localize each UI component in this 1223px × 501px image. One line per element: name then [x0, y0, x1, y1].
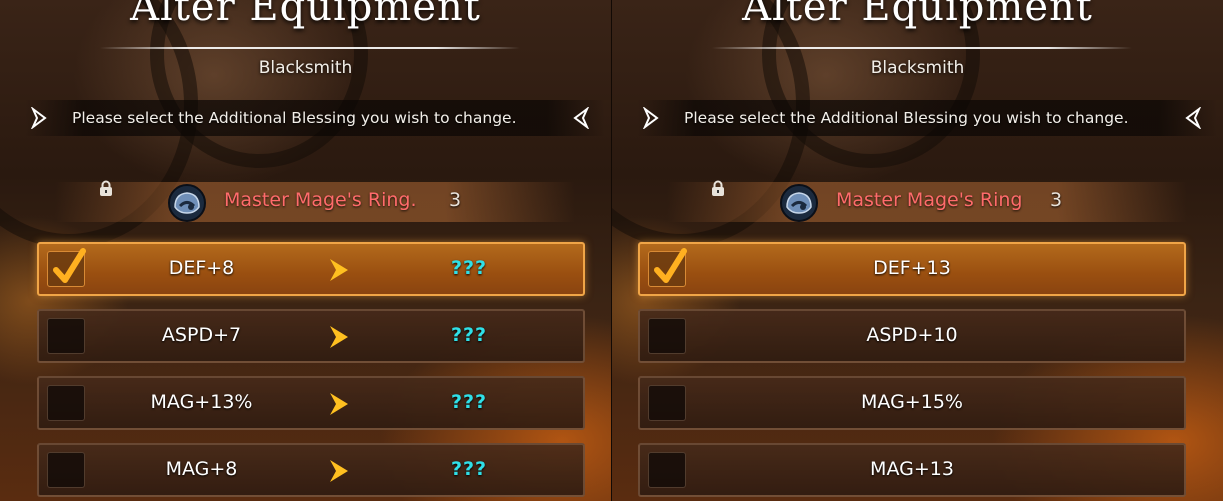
result-stat: ???	[451, 458, 488, 480]
blessing-row[interactable]: MAG+13	[638, 443, 1186, 497]
result-stat: ???	[451, 257, 488, 279]
arrow-right-icon	[30, 105, 48, 131]
current-stat: DEF+8	[168, 257, 235, 279]
arrow-right-icon	[642, 105, 660, 131]
title-divider	[100, 47, 520, 49]
blessing-row[interactable]: MAG+15%	[638, 376, 1186, 430]
blessing-row[interactable]: ASPD+10	[638, 309, 1186, 363]
blessing-row[interactable]: ASPD+7 ???	[37, 309, 585, 363]
current-stat: MAG+8	[165, 458, 238, 480]
new-stat: MAG+15%	[861, 391, 963, 413]
instruction-text: Please select the Additional Blessing yo…	[72, 109, 517, 127]
screen-subtitle: Blacksmith	[870, 58, 965, 78]
blessing-row[interactable]: DEF+8 ???	[37, 242, 585, 296]
blessing-row[interactable]: DEF+13	[638, 242, 1186, 296]
result-stat: ???	[451, 324, 488, 346]
arrow-left-icon	[1184, 105, 1202, 131]
panel-left: Alter Equipment Blacksmith Please select…	[0, 0, 611, 501]
item-count: 3	[449, 189, 462, 211]
chevron-right-icon	[330, 259, 348, 281]
current-stat: MAG+13%	[150, 391, 253, 413]
lock-icon	[712, 180, 724, 196]
instruction-text: Please select the Additional Blessing yo…	[684, 109, 1129, 127]
screen-subtitle: Blacksmith	[258, 58, 353, 78]
ring-icon	[780, 184, 818, 222]
chevron-right-icon	[330, 393, 348, 415]
blessing-row[interactable]: MAG+8 ???	[37, 443, 585, 497]
lock-icon	[100, 180, 112, 196]
chevron-right-icon	[330, 460, 348, 482]
new-stat: MAG+13	[870, 458, 954, 480]
current-stat: ASPD+7	[161, 324, 242, 346]
blessing-row[interactable]: MAG+13% ???	[37, 376, 585, 430]
screen-title: Alter Equipment	[130, 0, 481, 30]
new-stat: ASPD+10	[866, 324, 958, 346]
item-name: Master Mage's Ring	[836, 189, 1023, 211]
result-stat: ???	[451, 391, 488, 413]
new-stat: DEF+13	[873, 257, 951, 279]
ring-icon	[168, 184, 206, 222]
item-name: Master Mage's Ring.	[224, 189, 417, 211]
panel-right: Alter Equipment Blacksmith Please select…	[612, 0, 1223, 501]
screen-title: Alter Equipment	[742, 0, 1093, 30]
chevron-right-icon	[330, 326, 348, 348]
title-divider	[712, 47, 1132, 49]
arrow-left-icon	[572, 105, 590, 131]
item-count: 3	[1050, 189, 1063, 211]
